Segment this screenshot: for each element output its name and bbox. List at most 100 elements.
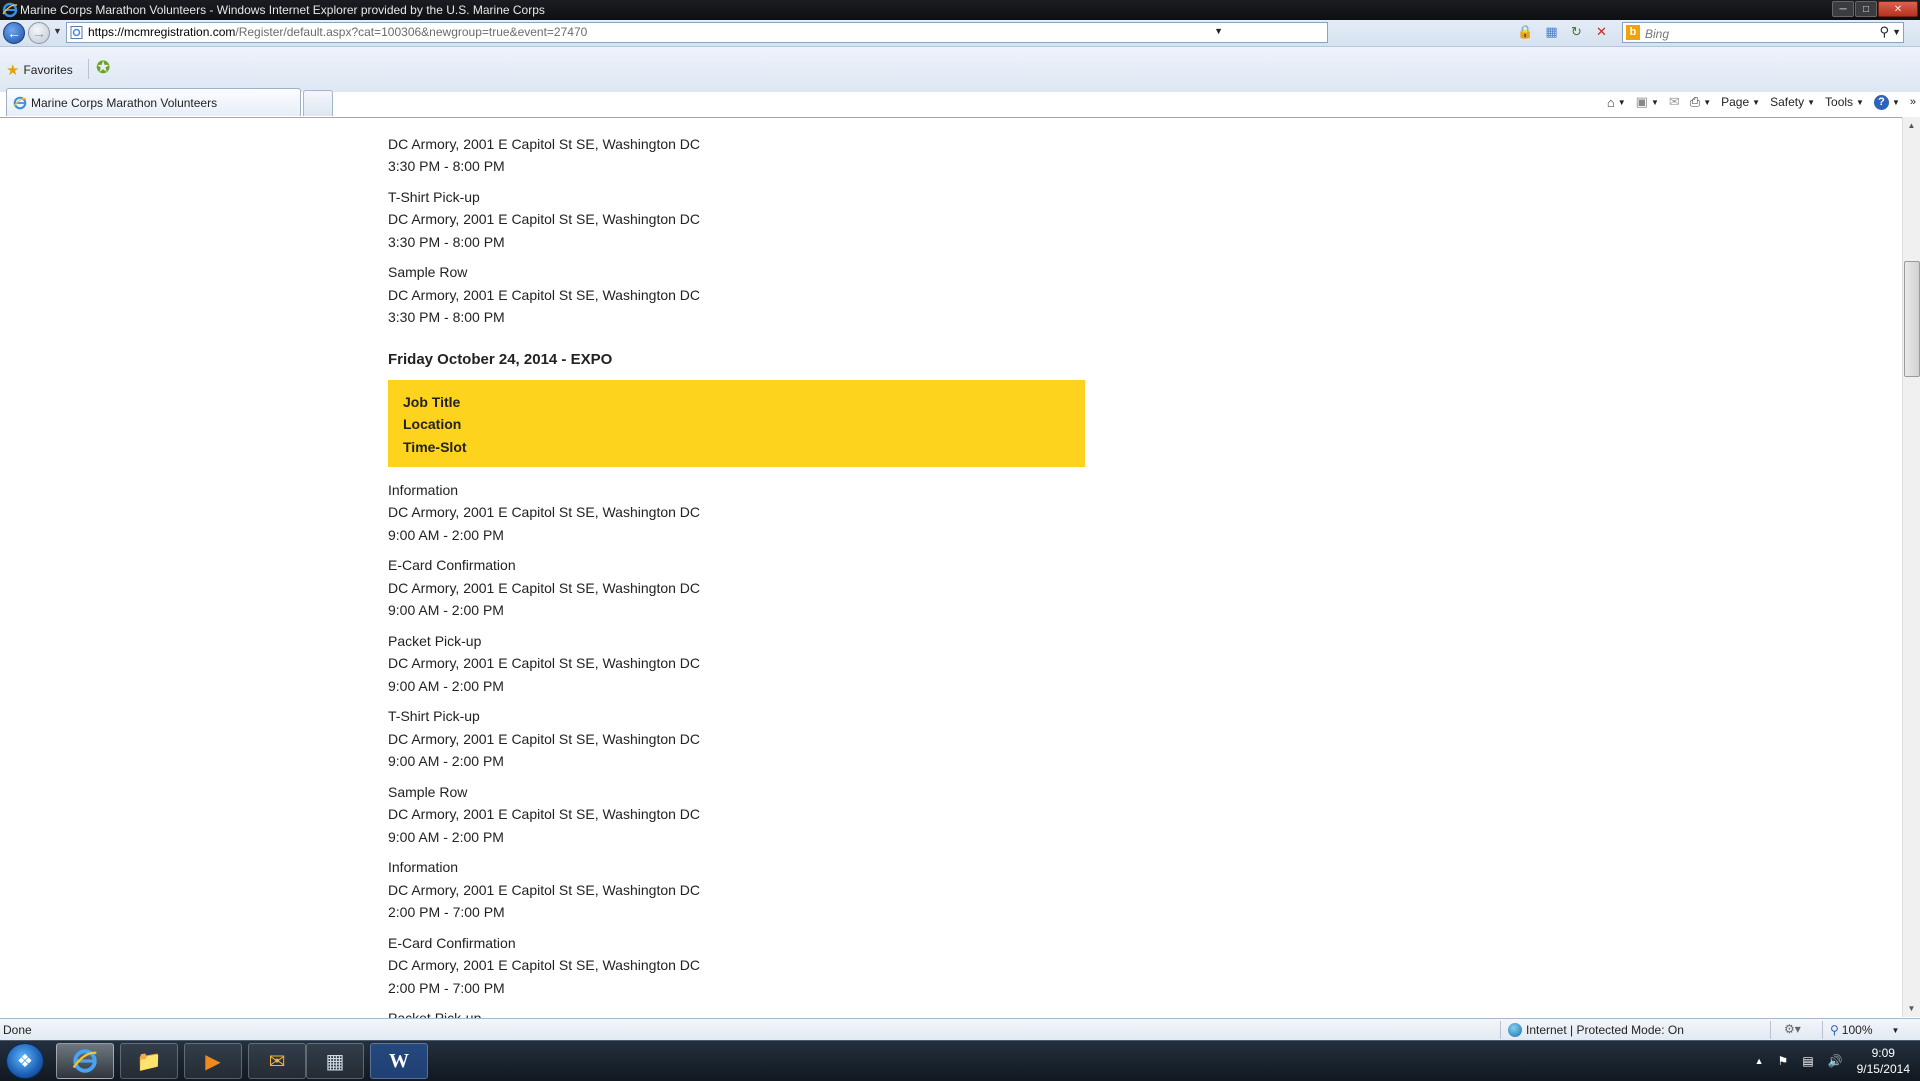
address-dropdown-icon[interactable]: ▼ (1214, 26, 1223, 36)
search-icon[interactable]: ⚲ (1879, 24, 1889, 40)
feeds-button[interactable]: ▣ ▼ (1636, 94, 1659, 110)
windows-logo-icon: ❖ (16, 1051, 34, 1071)
security-zone[interactable]: Internet | Protected Mode: On (1508, 1023, 1684, 1037)
page-menu[interactable]: Page ▼ (1721, 95, 1760, 109)
scroll-thumb[interactable] (1904, 261, 1920, 377)
security-zone-text: Internet | Protected Mode: On (1526, 1023, 1684, 1037)
taskbar-word[interactable]: W (370, 1043, 428, 1079)
status-separator (1770, 1021, 1771, 1039)
taskbar-internet-explorer[interactable] (56, 1043, 114, 1079)
status-separator (1500, 1021, 1501, 1039)
job-time-slot: 3:30 PM - 8:00 PM (388, 158, 505, 174)
back-button[interactable]: ← (3, 22, 25, 44)
status-bar: Done Internet | Protected Mode: On ⚙▾ ⚲ … (0, 1018, 1920, 1041)
network-icon[interactable]: ▤ (1802, 1054, 1813, 1068)
forward-button[interactable]: → (28, 22, 50, 44)
add-to-favorites-bar-icon[interactable]: ✪ (96, 58, 110, 78)
job-location: DC Armory, 2001 E Capitol St SE, Washing… (388, 655, 701, 671)
job-location: DC Armory, 2001 E Capitol St SE, Washing… (388, 504, 701, 520)
home-button[interactable]: ⌂ ▼ (1607, 95, 1626, 110)
job-entry: Packet Pick-up (388, 1007, 1088, 1018)
safety-menu[interactable]: Safety ▼ (1770, 95, 1815, 109)
system-clock[interactable]: 9:09 9/15/2014 (1857, 1045, 1910, 1077)
favorites-button[interactable]: ★ Favorites (6, 61, 73, 79)
forward-arrow-icon: → (32, 25, 46, 41)
zoom-magnifier-icon: ⚲ (1830, 1023, 1839, 1037)
address-field[interactable]: https://mcmregistration.com/Register/def… (66, 22, 1328, 43)
clock-date: 9/15/2014 (1856, 1062, 1910, 1076)
job-time-slot: 9:00 AM - 2:00 PM (388, 677, 504, 694)
favorites-bar: ★ Favorites ✪ (0, 47, 1920, 92)
address-bar-row: ← → ▼ https://mcmregistration.com/Regist… (0, 20, 1920, 47)
read-mail-button[interactable]: ✉ (1669, 94, 1680, 110)
calculator-icon: ▦ (325, 1050, 345, 1073)
job-time-slot: 2:00 PM - 7:00 PM (388, 979, 505, 996)
start-button[interactable]: ❖ (6, 1043, 44, 1079)
favorites-separator (88, 59, 89, 79)
taskbar-calculator[interactable]: ▦ (306, 1043, 364, 1079)
zoom-dropdown-icon: ▼ (1891, 1025, 1900, 1035)
popup-blocker-icon[interactable]: ⚙▾ (1784, 1022, 1801, 1036)
job-title: T-Shirt Pick-up (388, 188, 480, 205)
job-title: Packet Pick-up (388, 632, 482, 649)
safety-dropdown-icon: ▼ (1807, 97, 1816, 107)
search-box[interactable]: b ⚲ ▼ (1622, 22, 1904, 43)
page-menu-label: Page (1721, 95, 1750, 109)
safety-menu-label: Safety (1770, 95, 1805, 109)
feeds-dropdown-icon: ▼ (1650, 97, 1659, 107)
scroll-up-arrow-icon[interactable]: ▲ (1903, 117, 1920, 134)
job-location: DC Armory, 2001 E Capitol St SE, Washing… (388, 806, 701, 822)
minimize-button[interactable]: ─ (1832, 1, 1854, 17)
taskbar-media-player[interactable]: ▶ (184, 1043, 242, 1079)
taskbar-outlook[interactable]: ✉ (248, 1043, 306, 1079)
job-entry: Sample Row DC Armory, 2001 E Capitol St S… (388, 781, 1088, 849)
schedule-content: DC Armory, 2001 E Capitol St SE, Washing… (388, 118, 1088, 1019)
job-time-slot: 3:30 PM - 8:00 PM (388, 309, 505, 325)
job-entry: Information DC Armory, 2001 E Capitol St … (388, 479, 1088, 547)
column-header-box: Job Title Location Time-Slot (388, 379, 1085, 467)
job-time-slot: 2:00 PM - 7:00 PM (388, 904, 505, 920)
new-tab-button[interactable] (303, 90, 333, 116)
job-location: DC Armory, 2001 E Capitol St SE, Washing… (388, 579, 701, 596)
job-title: E-Card Confirmation (388, 934, 516, 951)
tab-ie-icon (13, 96, 27, 110)
action-center-flag-icon[interactable]: ⚑ (1778, 1054, 1789, 1068)
recent-pages-dropdown[interactable]: ▼ (53, 26, 62, 36)
job-location: DC Armory, 2001 E Capitol St SE, Washing… (388, 286, 701, 303)
job-entry: Packet Pick-up DC Armory, 2001 E Capitol … (388, 630, 1088, 698)
header-time-slot: Time-Slot (403, 438, 467, 455)
mail-icon: ✉ (1668, 94, 1680, 109)
close-window-button[interactable]: ✕ (1878, 1, 1918, 17)
back-arrow-icon: ← (7, 25, 21, 41)
job-location: DC Armory, 2001 E Capitol St SE, Washing… (388, 211, 701, 227)
tab-title: Marine Corps Marathon Volunteers (31, 96, 218, 110)
system-tray: ▲ ⚑ ▤ 🔊 9:09 9/15/2014 (1755, 1041, 1910, 1081)
compatibility-view-icon[interactable]: ▦ (1543, 23, 1560, 40)
job-location: DC Armory, 2001 E Capitol St SE, Washing… (388, 957, 701, 973)
more-commands-icon[interactable]: » (1910, 96, 1916, 108)
search-input[interactable] (1643, 24, 1867, 43)
expo-job-list: Information DC Armory, 2001 E Capitol St … (388, 479, 1088, 1019)
maximize-button[interactable]: □ (1855, 1, 1877, 17)
stop-icon[interactable]: ✕ (1593, 23, 1610, 40)
volume-icon[interactable]: 🔊 (1828, 1054, 1843, 1068)
tab-current[interactable]: Marine Corps Marathon Volunteers (6, 88, 301, 116)
job-entry: Sample Row DC Armory, 2001 E Capitol St S… (388, 261, 1088, 329)
zoom-control[interactable]: ⚲ 100% ▼ (1830, 1023, 1899, 1037)
job-entry: DC Armory, 2001 E Capitol St SE, Washing… (388, 118, 1088, 178)
command-bar: ⌂ ▼ ▣ ▼ ✉ ⎙ ▼ Page ▼ Safety ▼ Tools ▼ ? ▼ » (1597, 91, 1916, 113)
tools-menu[interactable]: Tools ▼ (1825, 95, 1864, 109)
refresh-icon[interactable]: ↻ (1568, 23, 1585, 40)
taskbar-windows-explorer[interactable]: 📁 (120, 1043, 178, 1079)
show-hidden-icons-icon[interactable]: ▲ (1755, 1056, 1764, 1066)
job-location: DC Armory, 2001 E Capitol St SE, Washing… (388, 135, 701, 152)
print-button[interactable]: ⎙ ▼ (1690, 94, 1711, 110)
internet-explorer-icon (72, 1049, 97, 1073)
lock-icon[interactable]: 🔒 (1517, 23, 1534, 40)
search-options-dropdown-icon[interactable]: ▼ (1892, 27, 1901, 37)
title-bar: Marine Corps Marathon Volunteers - Windo… (0, 0, 1920, 20)
help-button[interactable]: ? ▼ (1873, 94, 1900, 110)
vertical-scrollbar[interactable]: ▲ ▼ (1902, 117, 1920, 1017)
scroll-down-arrow-icon[interactable]: ▼ (1903, 1000, 1920, 1017)
job-title: Packet Pick-up (388, 1010, 482, 1018)
